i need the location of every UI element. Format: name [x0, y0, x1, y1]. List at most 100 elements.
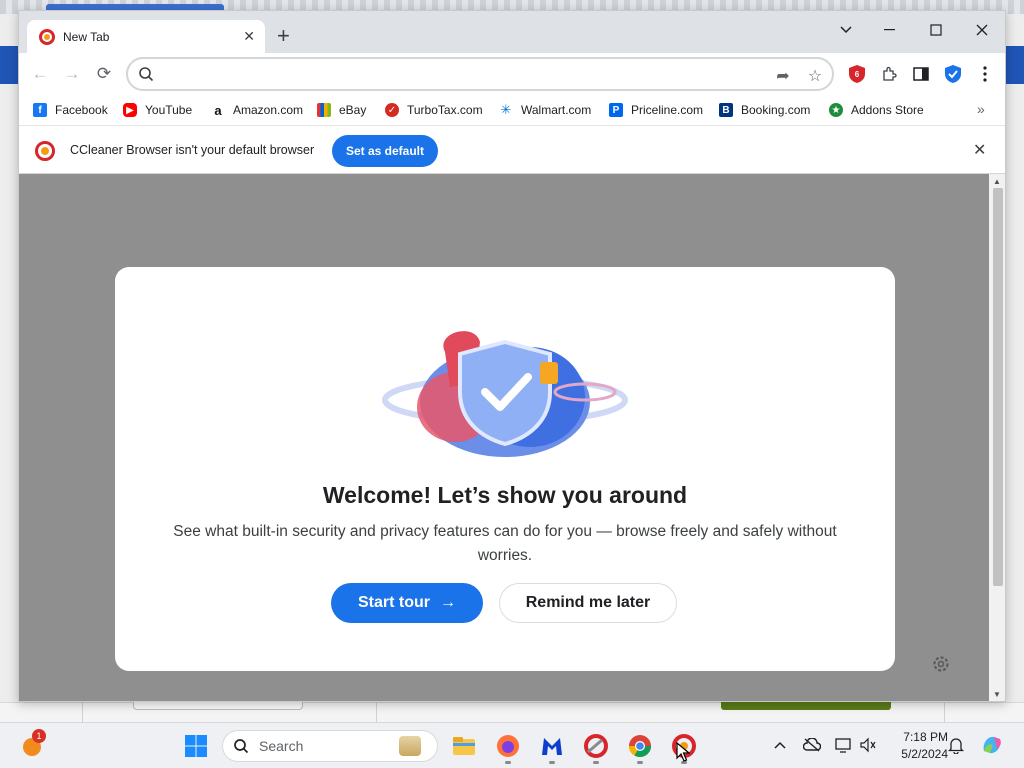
notification-badge: 1	[32, 729, 46, 743]
extensions-icon[interactable]	[877, 62, 901, 86]
bookmark-walmart[interactable]: ✳ Walmart.com	[499, 101, 591, 119]
ublock-extension-icon[interactable]: 6	[845, 62, 869, 86]
set-as-default-button[interactable]: Set as default	[332, 135, 438, 167]
more-bookmarks-button[interactable]: »	[977, 101, 985, 117]
search-highlight-icon	[399, 736, 421, 756]
security-shield-icon[interactable]	[941, 62, 965, 86]
background-green-button	[721, 702, 891, 710]
infobar-close-icon[interactable]: ✕	[973, 140, 986, 160]
copilot-icon[interactable]	[980, 733, 1004, 757]
show-hidden-icons-button[interactable]	[770, 735, 790, 755]
malwarebytes-app[interactable]	[538, 732, 566, 764]
start-icon	[185, 735, 207, 757]
bookmark-label: Amazon.com	[233, 103, 304, 117]
weather-widget[interactable]: 1	[18, 729, 46, 760]
address-input[interactable]	[162, 65, 762, 85]
minimize-button[interactable]	[867, 15, 913, 45]
minimize-icon	[884, 29, 895, 31]
file-explorer-icon	[453, 737, 475, 755]
file-explorer-app[interactable]	[450, 732, 478, 760]
bookmark-priceline[interactable]: P Priceline.com	[609, 101, 703, 119]
toolbar: ← → ⟳ ➦ ☆ 6	[19, 53, 1005, 95]
chevron-double-right-icon: »	[977, 101, 985, 117]
maximize-button[interactable]	[913, 15, 959, 45]
bookmark-amazon[interactable]: a Amazon.com	[211, 101, 303, 119]
malwarebytes-icon	[542, 738, 562, 755]
system-clock[interactable]: 7:18 PM 5/2/2024	[888, 729, 948, 763]
ccleaner-browser-icon	[35, 141, 55, 161]
scroll-thumb[interactable]	[993, 188, 1003, 586]
menu-icon[interactable]	[973, 62, 997, 86]
running-indicator	[593, 761, 599, 764]
remind-me-later-button[interactable]: Remind me later	[499, 583, 677, 623]
page-content-overlay: Welcome! Let’s show you around See what …	[19, 174, 989, 701]
firefox-icon	[497, 735, 519, 757]
running-indicator	[505, 761, 511, 764]
bookmark-label: Facebook	[55, 103, 108, 117]
welcome-description: See what built-in security and privacy f…	[173, 523, 837, 564]
background-button	[133, 702, 303, 710]
ccleaner-icon	[584, 734, 608, 758]
clock-date: 5/2/2024	[901, 747, 948, 761]
tab-search-button[interactable]	[823, 15, 869, 45]
amazon-icon: a	[211, 103, 225, 118]
bookmark-youtube[interactable]: ▶ YouTube	[123, 101, 192, 119]
clock-time: 7:18 PM	[903, 730, 948, 744]
default-browser-infobar: CCleaner Browser isn't your default brow…	[19, 125, 1005, 174]
infobar-message: CCleaner Browser isn't your default brow…	[70, 143, 315, 157]
start-tour-label: Start tour	[358, 594, 430, 611]
title-bar: New Tab ✕ +	[19, 11, 1005, 53]
back-button[interactable]: ←	[27, 61, 53, 87]
scroll-up-icon[interactable]: ▲	[993, 177, 1001, 186]
maximize-icon	[930, 24, 942, 36]
forward-arrow-icon: →	[63, 64, 81, 83]
firefox-app[interactable]	[494, 732, 522, 764]
priceline-icon: P	[609, 103, 623, 117]
vertical-scrollbar[interactable]: ▲ ▼	[989, 174, 1005, 701]
background-bar-right	[1006, 46, 1024, 84]
ccleaner-browser-icon	[39, 28, 55, 45]
gear-icon[interactable]	[931, 654, 951, 674]
notifications-bell-icon[interactable]	[946, 735, 966, 755]
bookmarks-bar: f Facebook ▶ YouTube a Amazon.com eBay ✓…	[19, 95, 1005, 125]
walmart-icon: ✳	[499, 102, 513, 117]
close-window-button[interactable]	[959, 15, 1005, 45]
bookmark-label: eBay	[339, 103, 367, 117]
search-label: Search	[259, 738, 304, 754]
bookmark-booking[interactable]: B Booking.com	[719, 101, 810, 119]
new-tab-button[interactable]: +	[277, 25, 290, 47]
youtube-icon: ▶	[123, 103, 137, 117]
search-icon	[234, 739, 249, 754]
network-icon[interactable]	[834, 735, 854, 755]
mouse-cursor-icon	[676, 742, 690, 762]
address-bar[interactable]: ➦ ☆	[126, 57, 834, 91]
running-indicator	[549, 761, 555, 764]
facebook-icon: f	[33, 103, 47, 117]
bookmark-ebay[interactable]: eBay	[317, 101, 366, 119]
start-button[interactable]	[182, 732, 210, 760]
tab-new-tab[interactable]: New Tab ✕	[27, 20, 265, 53]
bookmark-star-icon[interactable]: ☆	[804, 65, 826, 87]
taskbar: 1 Search 7:18 PM 5/2/2024	[0, 722, 1024, 768]
bookmark-addons-store[interactable]: ★ Addons Store	[829, 101, 924, 119]
volume-muted-icon[interactable]	[858, 735, 878, 755]
ccleaner-app[interactable]	[582, 732, 610, 764]
bookmark-label: YouTube	[145, 103, 193, 117]
chrome-icon	[629, 735, 651, 757]
background-divider	[944, 702, 945, 722]
close-tab-icon[interactable]: ✕	[243, 28, 255, 45]
reload-icon: ⟳	[96, 64, 112, 83]
reload-button[interactable]: ⟳	[91, 61, 117, 87]
booking-icon: B	[719, 103, 733, 117]
start-tour-button[interactable]: Start tour →	[331, 583, 483, 623]
side-panel-icon[interactable]	[909, 62, 933, 86]
bookmark-facebook[interactable]: f Facebook	[33, 101, 108, 119]
background-divider	[376, 702, 377, 722]
taskbar-search[interactable]: Search	[222, 730, 438, 762]
chrome-app[interactable]	[626, 732, 654, 764]
scroll-down-icon[interactable]: ▼	[993, 690, 1001, 699]
forward-button[interactable]: →	[59, 61, 85, 87]
bookmark-turbotax[interactable]: ✓ TurboTax.com	[385, 101, 483, 119]
share-icon[interactable]: ➦	[772, 65, 794, 87]
cloud-sync-icon[interactable]	[802, 735, 822, 755]
